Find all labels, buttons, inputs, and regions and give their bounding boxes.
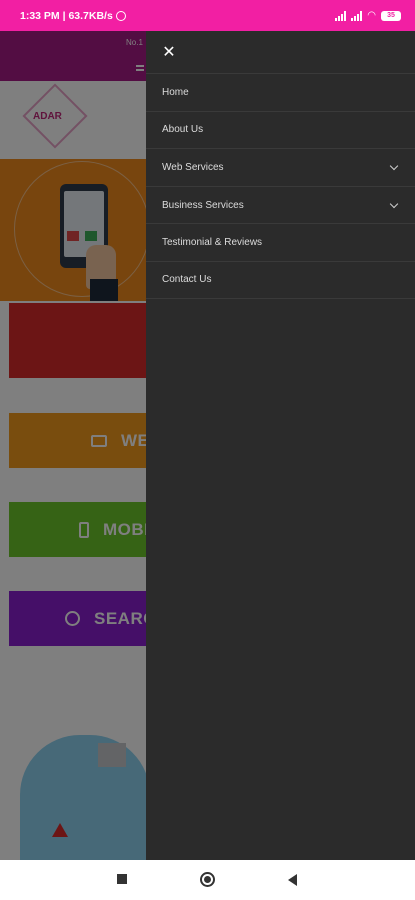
cell-signal-2-icon <box>351 10 363 21</box>
chevron-down-icon[interactable] <box>389 199 399 208</box>
menu-item-business-services[interactable]: Business Services <box>146 185 415 224</box>
menu-item-label: Business Services <box>162 199 244 211</box>
status-left: 1:33 PM | 63.7KB/s <box>20 10 126 22</box>
menu-item-home[interactable]: Home <box>146 73 415 111</box>
navigation-drawer: ✕ Home About Us Web Services Business Se… <box>146 31 415 860</box>
recents-icon[interactable] <box>117 874 127 884</box>
chevron-down-icon[interactable] <box>389 161 399 171</box>
status-bar: 1:33 PM | 63.7KB/s ◠ 35 <box>0 0 415 31</box>
home-icon[interactable] <box>200 872 215 887</box>
menu-item-about-us[interactable]: About Us <box>146 110 415 149</box>
menu-item-label: About Us <box>162 124 204 136</box>
status-time: 1:33 PM | 63.7KB/s <box>20 9 113 22</box>
menu-item-label: Home <box>162 86 189 98</box>
menu-item-label: Web Services <box>162 161 224 173</box>
alarm-icon <box>115 10 126 21</box>
cell-signal-icon <box>335 10 347 21</box>
battery-icon: 35 <box>381 10 401 21</box>
menu-item-label: Contact Us <box>162 274 212 286</box>
menu-item-testimonials[interactable]: Testimonial & Reviews <box>146 223 415 261</box>
back-icon[interactable] <box>288 874 297 886</box>
menu-item-label: Testimonial & Reviews <box>162 237 263 249</box>
status-right: ◠ 35 <box>335 10 401 21</box>
close-icon[interactable]: ✕ <box>160 43 178 61</box>
menu-item-contact-us[interactable]: Contact Us <box>146 260 415 299</box>
menu-item-web-services[interactable]: Web Services <box>146 148 415 186</box>
wifi-icon: ◠ <box>367 10 376 21</box>
system-nav-bar <box>0 860 415 900</box>
drawer-menu: Home About Us Web Services Business Serv… <box>146 73 415 299</box>
